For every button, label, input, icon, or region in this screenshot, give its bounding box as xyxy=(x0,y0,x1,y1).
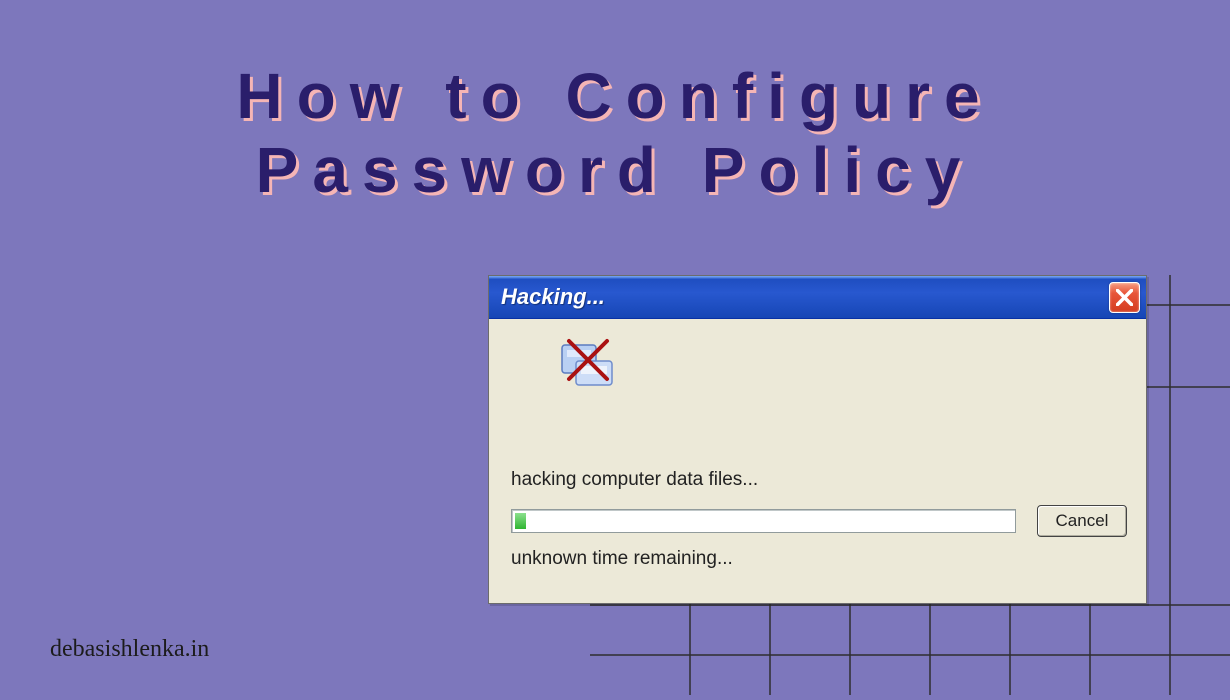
page-title: How to Configure Password Policy xyxy=(0,60,1230,207)
close-icon xyxy=(1116,289,1133,306)
watermark-text: debasishlenka.in xyxy=(50,636,209,663)
file-copy-error-icon xyxy=(559,333,615,389)
progress-fill xyxy=(515,513,526,529)
time-remaining-text: unknown time remaining... xyxy=(511,548,733,570)
title-line-2: Password Policy xyxy=(256,134,975,206)
title-line-1: How to Configure xyxy=(236,60,993,132)
dialog-title: Hacking... xyxy=(501,284,1109,310)
cancel-button[interactable]: Cancel xyxy=(1037,505,1127,537)
close-button[interactable] xyxy=(1109,282,1140,313)
progress-bar xyxy=(511,509,1016,533)
dialog-body: hacking computer data files... Cancel un… xyxy=(489,319,1146,603)
status-text: hacking computer data files... xyxy=(511,469,758,491)
dialog-titlebar[interactable]: Hacking... xyxy=(489,276,1146,319)
hacking-dialog: Hacking... hacking computer data files..… xyxy=(488,275,1147,604)
